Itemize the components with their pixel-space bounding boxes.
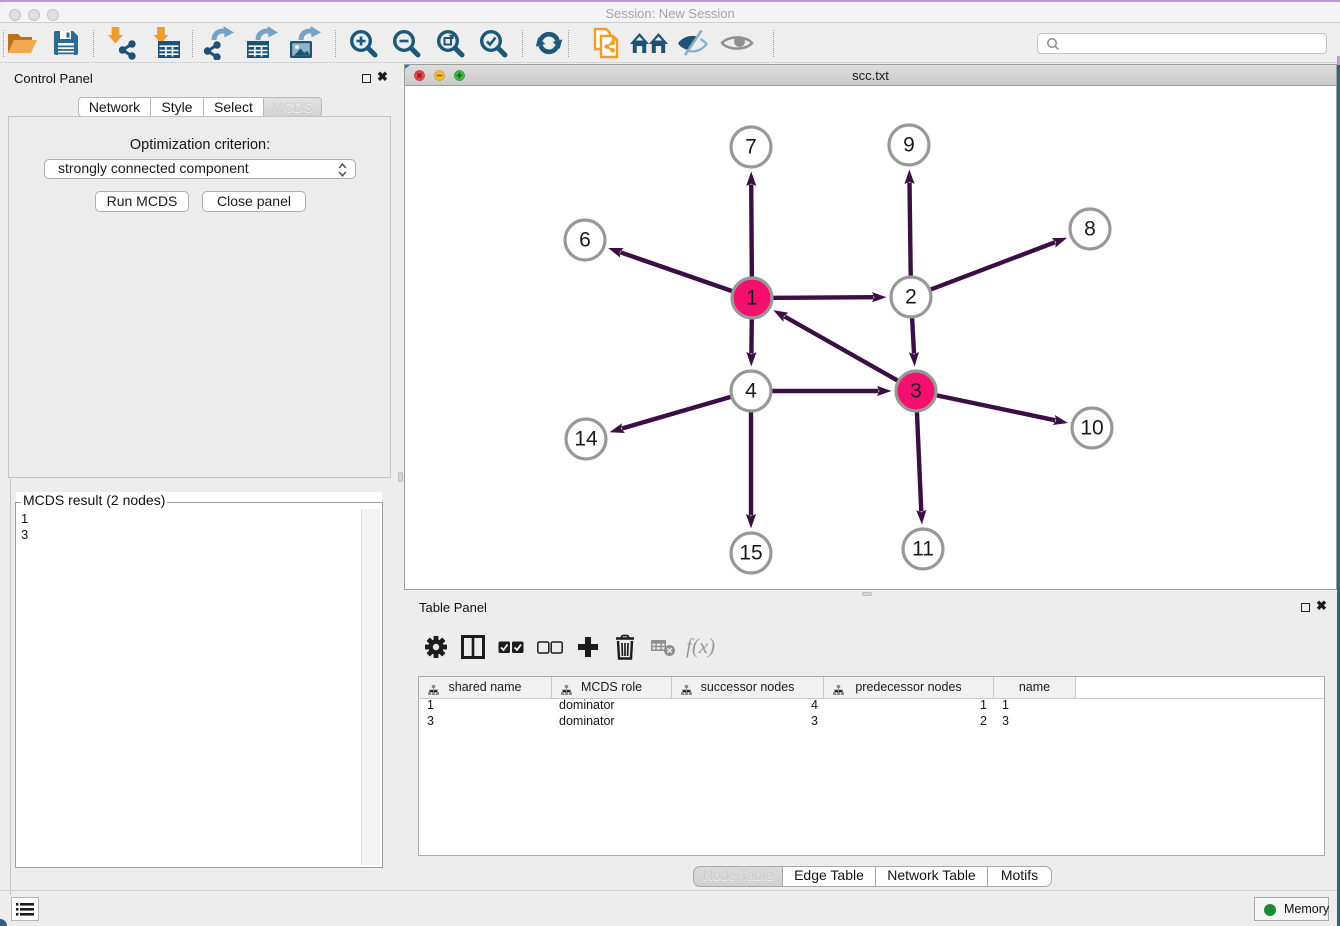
svg-text:10: 10 bbox=[1080, 417, 1103, 440]
svg-text:15: 15 bbox=[739, 542, 762, 565]
svg-text:4: 4 bbox=[745, 380, 757, 403]
svg-text:7: 7 bbox=[745, 136, 757, 159]
svg-text:14: 14 bbox=[574, 428, 598, 451]
svg-text:11: 11 bbox=[912, 538, 934, 561]
svg-text:6: 6 bbox=[579, 229, 591, 252]
svg-text:2: 2 bbox=[905, 286, 917, 309]
svg-text:8: 8 bbox=[1084, 218, 1096, 241]
svg-text:3: 3 bbox=[910, 380, 922, 403]
svg-text:9: 9 bbox=[903, 134, 915, 157]
svg-text:1: 1 bbox=[746, 287, 758, 310]
